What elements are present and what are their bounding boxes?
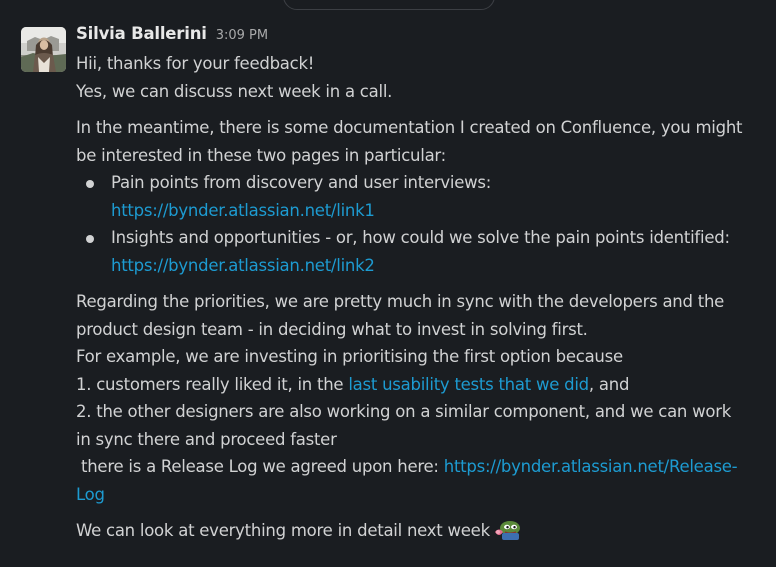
message-text: We can look at everything more in detail… xyxy=(76,521,490,540)
message-line: product design team - in deciding what t… xyxy=(76,319,588,339)
release-log-link[interactable]: https://bynder.atlassian.net/Release- xyxy=(444,457,738,476)
message-line: in sync there and proceed faster xyxy=(76,429,337,449)
list-item: Insights and opportunities - or, how cou… xyxy=(76,224,762,279)
message-timestamp[interactable]: 3:09 PM xyxy=(216,28,268,43)
message-text: there is a Release Log we agreed upon he… xyxy=(76,457,444,476)
message-body: Hii, thanks for your feedback! Yes, we c… xyxy=(76,50,762,545)
list-item-text: Pain points from discovery and user inte… xyxy=(111,173,492,192)
date-divider-pill[interactable] xyxy=(283,0,495,10)
message-line: Regarding the priorities, we are pretty … xyxy=(76,292,725,311)
peepo-emoji-icon[interactable] xyxy=(493,519,523,550)
message-line: 1. customers really liked it, in the las… xyxy=(76,371,762,399)
confluence-link-1[interactable]: https://bynder.atlassian.net/link1 xyxy=(111,197,762,225)
message-line: be interested in these two pages in part… xyxy=(76,145,446,165)
release-log-link-continued[interactable]: Log xyxy=(76,481,762,509)
list-item-text: Insights and opportunities - or, how cou… xyxy=(111,228,730,247)
message-line: Yes, we can discuss next week in a call. xyxy=(76,81,393,101)
message-line: Hii, thanks for your feedback! xyxy=(76,54,315,73)
message-text: 1. customers really liked it, in the xyxy=(76,374,349,394)
sender-name[interactable]: Silvia Ballerini xyxy=(76,24,207,43)
message-header: Silvia Ballerini 3:09 PM xyxy=(76,24,762,50)
message-line: For example, we are investing in priorit… xyxy=(76,347,623,366)
message-line: We can look at everything more in detail… xyxy=(76,517,762,545)
bullet-icon xyxy=(86,180,94,188)
usability-tests-link[interactable]: last usability tests that we did xyxy=(348,375,589,394)
confluence-link-2[interactable]: https://bynder.atlassian.net/link2 xyxy=(111,252,762,280)
avatar[interactable] xyxy=(21,27,66,72)
bullet-icon xyxy=(86,235,94,243)
avatar-image xyxy=(21,27,66,72)
message-line: there is a Release Log we agreed upon he… xyxy=(76,453,762,481)
message-content: Silvia Ballerini 3:09 PM Hii, thanks for… xyxy=(76,24,762,545)
list-item: Pain points from discovery and user inte… xyxy=(76,169,762,224)
message-line: In the meantime, there is some documenta… xyxy=(76,118,743,137)
message-text: , and xyxy=(588,374,630,394)
message-line: 2. the other designers are also working … xyxy=(76,402,732,421)
